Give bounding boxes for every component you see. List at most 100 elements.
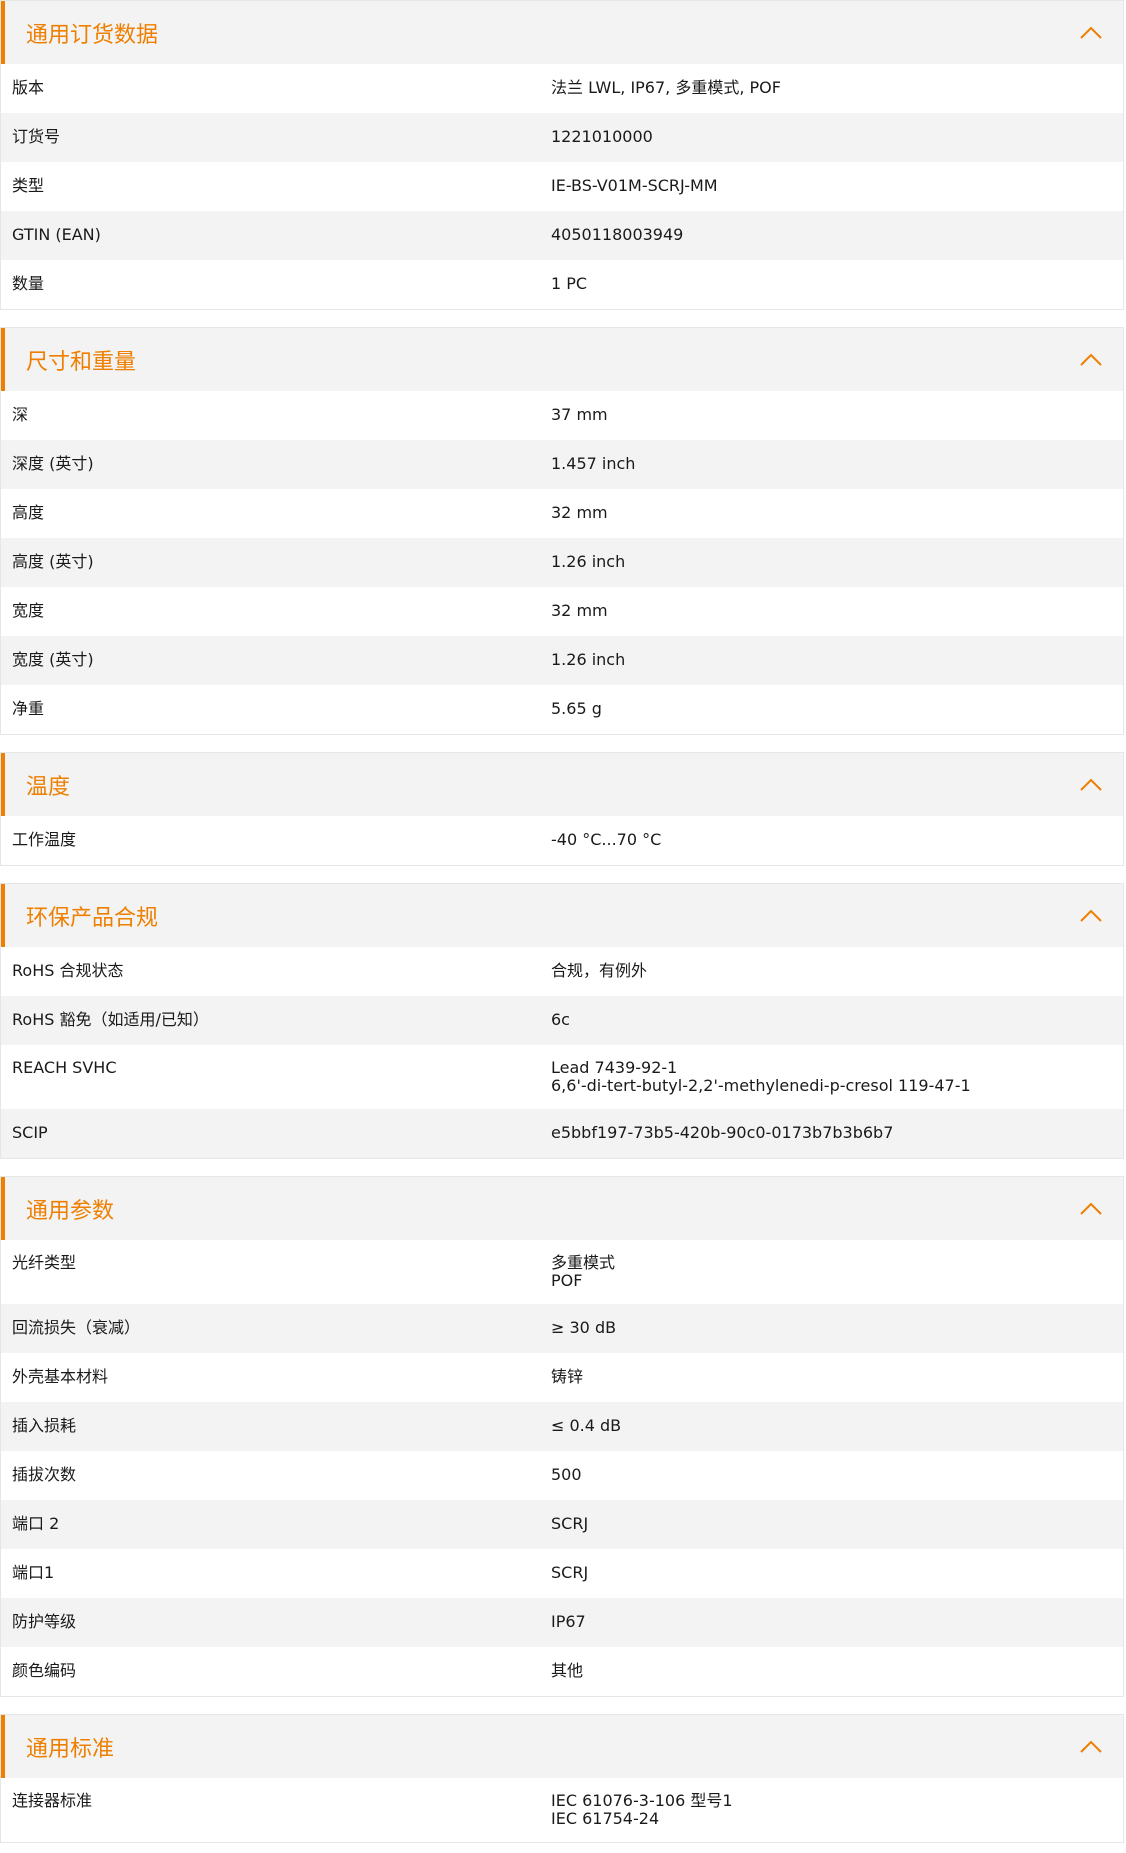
spec-value: Lead 7439-92-1 6,6'-di-tert-butyl-2,2'-me…: [539, 1045, 1123, 1109]
section-body: 连接器标准 IEC 61076-3-106 型号1 IEC 61754-24: [1, 1778, 1123, 1842]
chevron-up-icon[interactable]: [1077, 902, 1105, 930]
spec-row: GTIN (EAN) 4050118003949: [1, 211, 1123, 260]
spec-label: RoHS 合规状态: [12, 961, 124, 980]
section-body: 版本 法兰 LWL, IP67, 多重模式, POF 订货号 1221010000 类型…: [1, 64, 1123, 309]
spec-value-line: SCRJ: [551, 1563, 589, 1582]
spec-label: 高度: [12, 503, 45, 522]
spec-label: 类型: [12, 176, 45, 195]
spec-row: 防护等级 IP67: [1, 1598, 1123, 1647]
spec-row: 回流损失（衰减） ≥ 30 dB: [1, 1304, 1123, 1353]
chevron-up-icon[interactable]: [1077, 771, 1105, 799]
spec-label: 外壳基本材料: [12, 1367, 109, 1386]
chevron-up-icon[interactable]: [1077, 1733, 1105, 1761]
spec-value: SCRJ: [539, 1549, 1123, 1597]
section-header[interactable]: 温度: [1, 753, 1123, 816]
spec-value-line: 500: [551, 1465, 582, 1484]
spec-value: 1.26 inch: [539, 636, 1123, 684]
spec-value: 法兰 LWL, IP67, 多重模式, POF: [539, 64, 1123, 112]
spec-value: ≥ 30 dB: [539, 1304, 1123, 1352]
spec-row: 版本 法兰 LWL, IP67, 多重模式, POF: [1, 64, 1123, 113]
spec-value-line: IEC 61754-24: [551, 1809, 660, 1828]
spec-value-line: 32 mm: [551, 601, 608, 620]
spec-row: 深 37 mm: [1, 391, 1123, 440]
spec-value: SCRJ: [539, 1500, 1123, 1548]
spec-value: 500: [539, 1451, 1123, 1499]
chevron-up-icon[interactable]: [1077, 1195, 1105, 1223]
spec-value-line: e5bbf197-73b5-420b-90c0-0173b7b3b6b7: [551, 1123, 894, 1142]
spec-label: RoHS 豁免（如适用/已知）: [12, 1010, 209, 1029]
spec-label: 回流损失（衰减）: [12, 1318, 141, 1337]
spec-value-line: 1 PC: [551, 274, 588, 293]
spec-value: e5bbf197-73b5-420b-90c0-0173b7b3b6b7: [539, 1109, 1123, 1157]
spec-value: 1.26 inch: [539, 538, 1123, 586]
spec-value-line: ≤ 0.4 dB: [551, 1416, 622, 1435]
spec-row: 光纤类型 多重模式 POF: [1, 1240, 1123, 1304]
spec-value-line: 6c: [551, 1010, 570, 1029]
spec-value: 32 mm: [539, 587, 1123, 635]
spec-value-line: 1.26 inch: [551, 552, 626, 571]
section-header[interactable]: 通用订货数据: [1, 1, 1123, 64]
spec-value: ≤ 0.4 dB: [539, 1402, 1123, 1450]
spec-page: 通用订货数据版本 法兰 LWL, IP67, 多重模式, POF 订货号 122101…: [0, 0, 1126, 1843]
spec-label: 光纤类型: [12, 1253, 77, 1272]
spec-row: 数量 1 PC: [1, 260, 1123, 309]
spec-row: 高度 (英寸) 1.26 inch: [1, 538, 1123, 587]
spec-value-line: 5.65 g: [551, 699, 602, 718]
spec-row: 端口 2 SCRJ: [1, 1500, 1123, 1549]
section-title: 通用标准: [26, 1736, 115, 1762]
spec-value-line: 37 mm: [551, 405, 608, 424]
section-ordering-data: 通用订货数据版本 法兰 LWL, IP67, 多重模式, POF 订货号 122101…: [0, 0, 1124, 310]
spec-value: 1221010000: [539, 113, 1123, 161]
section-title: 温度: [26, 774, 71, 800]
spec-value-line: ≥ 30 dB: [551, 1318, 617, 1337]
spec-row: 颜色编码 其他: [1, 1647, 1123, 1696]
spec-value-line: POF: [551, 1271, 583, 1290]
spec-value: 32 mm: [539, 489, 1123, 537]
section-title: 环保产品合规: [26, 905, 159, 931]
spec-row: 外壳基本材料 铸锌: [1, 1353, 1123, 1402]
spec-row: 类型 IE-BS-V01M-SCRJ-MM: [1, 162, 1123, 211]
spec-label: REACH SVHC: [12, 1058, 117, 1077]
spec-value-line: 6,6'-di-tert-butyl-2,2'-methylenedi-p-cr…: [551, 1076, 971, 1095]
spec-row: 高度 32 mm: [1, 489, 1123, 538]
spec-label: GTIN (EAN): [12, 225, 101, 244]
spec-row: 净重 5.65 g: [1, 685, 1123, 734]
spec-row: 工作温度 -40 °C...70 °C: [1, 816, 1123, 865]
section-body: RoHS 合规状态 合规，有例外 RoHS 豁免（如适用/已知） 6c REACH SV…: [1, 947, 1123, 1158]
spec-label: 连接器标准: [12, 1791, 93, 1810]
section-body: 深 37 mm 深度 (英寸) 1.457 inch 高度 32 mm 高度 (英寸) 1.2…: [1, 391, 1123, 734]
spec-label: 净重: [12, 699, 45, 718]
spec-row: 插入损耗 ≤ 0.4 dB: [1, 1402, 1123, 1451]
chevron-up-icon[interactable]: [1077, 346, 1105, 374]
section-header[interactable]: 通用标准: [1, 1715, 1123, 1778]
spec-value-line: IEC 61076-3-106 型号1: [551, 1791, 733, 1810]
spec-label: 防护等级: [12, 1612, 77, 1631]
chevron-up-icon[interactable]: [1077, 19, 1105, 47]
spec-row: 插拔次数 500: [1, 1451, 1123, 1500]
spec-value: IE-BS-V01M-SCRJ-MM: [539, 162, 1123, 210]
section-environmental-compliance: 环保产品合规 RoHS 合规状态 合规，有例外 RoHS 豁免（如适用/已知） 6c RE…: [0, 883, 1124, 1159]
spec-value-line: SCRJ: [551, 1514, 589, 1533]
section-header[interactable]: 尺寸和重量: [1, 328, 1123, 391]
spec-value-line: 多重模式: [551, 1253, 616, 1272]
spec-value: 6c: [539, 996, 1123, 1044]
spec-row: 深度 (英寸) 1.457 inch: [1, 440, 1123, 489]
section-title: 通用参数: [26, 1198, 115, 1224]
spec-value: 5.65 g: [539, 685, 1123, 733]
spec-label: 版本: [12, 78, 45, 97]
spec-label: 订货号: [12, 127, 61, 146]
section-header[interactable]: 环保产品合规: [1, 884, 1123, 947]
spec-value-line: 铸锌: [551, 1367, 584, 1386]
spec-value-line: IE-BS-V01M-SCRJ-MM: [551, 176, 718, 195]
section-header[interactable]: 通用参数: [1, 1177, 1123, 1240]
section-general-parameters: 通用参数光纤类型 多重模式 POF 回流损失（衰减） ≥ 30 dB 外壳基本材料 铸锌插入…: [0, 1176, 1124, 1697]
spec-label: 高度 (英寸): [12, 552, 94, 571]
section-dimensions-weights: 尺寸和重量深 37 mm 深度 (英寸) 1.457 inch 高度 32 mm 高度 (英…: [0, 327, 1124, 735]
spec-row: REACH SVHC Lead 7439-92-1 6,6'-di-tert-but…: [1, 1045, 1123, 1109]
spec-value: 多重模式 POF: [539, 1240, 1123, 1304]
spec-value: 4050118003949: [539, 211, 1123, 259]
spec-value: IEC 61076-3-106 型号1 IEC 61754-24: [539, 1778, 1123, 1842]
spec-row: SCIP e5bbf197-73b5-420b-90c0-0173b7b3b6b7: [1, 1109, 1123, 1158]
spec-value-line: 32 mm: [551, 503, 608, 522]
section-body: 工作温度 -40 °C...70 °C: [1, 816, 1123, 865]
